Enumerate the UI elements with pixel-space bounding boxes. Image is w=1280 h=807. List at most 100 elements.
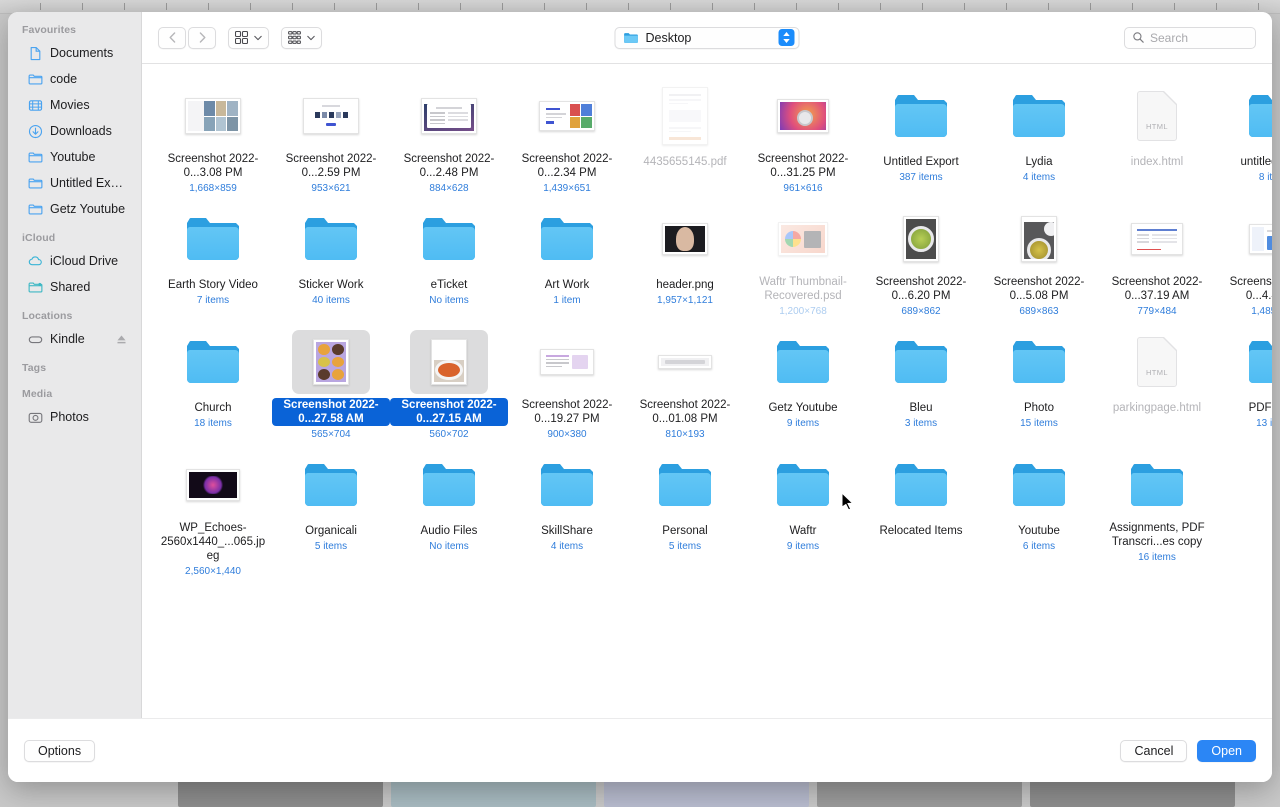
image-thumbnail	[410, 84, 488, 148]
file-item[interactable]: Art Work 1 item	[508, 201, 626, 318]
file-item[interactable]: Earth Story Video 7 items	[154, 201, 272, 318]
file-item[interactable]: Screenshot 2022-0...3.08 PM 1,668×859	[154, 78, 272, 195]
file-label-group: eTicket No items	[390, 275, 508, 307]
options-button[interactable]: Options	[24, 739, 96, 762]
file-item[interactable]: Screenshot 2022-0...6.20 PM 689×862	[862, 201, 980, 318]
file-item[interactable]: Personal 5 items	[626, 447, 744, 578]
file-item[interactable]: Lydia 4 items	[980, 78, 1098, 195]
file-item[interactable]: Screenshot 2022-0...27.58 AM 565×704	[272, 324, 390, 441]
file-item[interactable]: Audio Files No items	[390, 447, 508, 578]
file-item[interactable]: SkillShare 4 items	[508, 447, 626, 578]
file-label-group: Personal 5 items	[626, 521, 744, 553]
file-label-group: Youtube 6 items	[980, 521, 1098, 553]
file-item[interactable]: Youtube 6 items	[980, 447, 1098, 578]
sidebar-item-label: Untitled Exp...	[50, 176, 127, 190]
file-grid: Screenshot 2022-0...3.08 PM 1,668×859 Scre…	[154, 78, 1272, 578]
file-item[interactable]: Screenshot 2022-0...27.15 AM 560×702	[390, 324, 508, 441]
eject-icon[interactable]	[116, 334, 127, 345]
file-item[interactable]: Screenshot 2022-0...19.27 PM 900×380	[508, 324, 626, 441]
back-button[interactable]	[158, 26, 186, 49]
folder-icon	[882, 453, 960, 517]
sidebar-item-movies[interactable]: Movies	[14, 92, 135, 118]
file-item[interactable]: Waftr 9 items	[744, 447, 862, 578]
image-thumbnail	[292, 330, 370, 394]
file-label-group: SkillShare 4 items	[508, 521, 626, 553]
group-view-icon	[288, 31, 301, 44]
file-label-group: Relocated Items	[862, 521, 980, 539]
ruler-tick	[376, 3, 377, 10]
ruler-tick	[40, 3, 41, 10]
file-item[interactable]: Organicali 5 items	[272, 447, 390, 578]
file-item[interactable]: Screenshot 2022-0...01.08 PM 810×193	[626, 324, 744, 441]
ruler-tick	[1174, 3, 1175, 10]
file-meta: 9 items	[786, 418, 820, 429]
file-item[interactable]: Church 18 items	[154, 324, 272, 441]
sidebar-item-photos[interactable]: Photos	[14, 404, 135, 430]
file-item[interactable]: HTML index.html	[1098, 78, 1216, 195]
thumbnail-preview	[539, 101, 595, 131]
file-item[interactable]: header.png 1,957×1,121	[626, 201, 744, 318]
file-label-group: Earth Story Video 7 items	[154, 275, 272, 307]
file-item[interactable]: eTicket No items	[390, 201, 508, 318]
file-item[interactable]: Screenshot 2022-0...5.08 PM 689×863	[980, 201, 1098, 318]
file-item[interactable]: WP_Echoes-2560x1440_...065.jpeg 2,560×1,4…	[154, 447, 272, 578]
sidebar-item-code[interactable]: code	[14, 66, 135, 92]
file-item[interactable]: Screenshot 2022-0...31.25 PM 961×616	[744, 78, 862, 195]
ruler-tick	[586, 3, 587, 10]
file-item[interactable]: Screenshot 2022-0...37.19 AM 779×484	[1098, 201, 1216, 318]
sidebar-item-label: code	[50, 72, 78, 86]
ruler-tick	[964, 3, 965, 10]
file-item[interactable]: Assignments, PDF Transcri...es copy 16 it…	[1098, 447, 1216, 578]
file-browser-area[interactable]: Screenshot 2022-0...3.08 PM 1,668×859 Scre…	[142, 64, 1272, 718]
forward-button[interactable]	[188, 26, 216, 49]
folder-icon	[646, 453, 724, 517]
sidebar-item-getz-youtube[interactable]: Getz Youtube	[14, 196, 135, 222]
sidebar-item-icloud-drive[interactable]: iCloud Drive	[14, 248, 135, 274]
file-name: Screenshot 2022-0...27.58 AM	[272, 398, 390, 426]
file-meta: No items	[429, 295, 469, 306]
sidebar-item-documents[interactable]: Documents	[14, 40, 135, 66]
file-item[interactable]: Getz Youtube 9 items	[744, 324, 862, 441]
background-thumb	[604, 779, 809, 807]
file-item[interactable]: Screenshot 2022-0...4.48 AM 1,485×740	[1216, 201, 1272, 318]
file-item[interactable]: Screenshot 2022-0...2.34 PM 1,439×651	[508, 78, 626, 195]
file-name: Earth Story Video	[168, 279, 258, 291]
sidebar-item-kindle[interactable]: Kindle	[14, 326, 135, 352]
sidebar-item-youtube[interactable]: Youtube	[14, 144, 135, 170]
image-thumbnail	[882, 207, 960, 271]
open-button[interactable]: Open	[1197, 739, 1256, 762]
file-item[interactable]: Sticker Work 40 items	[272, 201, 390, 318]
drive-icon	[28, 335, 43, 343]
file-item[interactable]: Untitled Export 387 items	[862, 78, 980, 195]
file-item[interactable]: Waftr Thumbnail-Recovered.psd 1,200×768	[744, 201, 862, 318]
file-item[interactable]: 4435655145.pdf	[626, 78, 744, 195]
file-label-group: Screenshot 2022-0...3.08 PM 1,668×859	[154, 152, 272, 195]
view-mode-button[interactable]	[228, 26, 269, 49]
sidebar-item-untitled-exp[interactable]: Untitled Exp...	[14, 170, 135, 196]
file-item[interactable]: Photo 15 items	[980, 324, 1098, 441]
file-meta: 6 items	[1022, 541, 1056, 552]
group-by-button[interactable]	[281, 26, 322, 49]
file-item[interactable]: HTML parkingpage.html	[1098, 324, 1216, 441]
search-field[interactable]: Search	[1124, 26, 1256, 49]
sidebar-item-downloads[interactable]: Downloads	[14, 118, 135, 144]
file-label-group: Art Work 1 item	[508, 275, 626, 307]
file-item[interactable]: PDF Work 13 items	[1216, 324, 1272, 441]
file-name: Screenshot 2022-0...5.08 PM	[993, 276, 1085, 302]
file-label-group: Assignments, PDF Transcri...es copy 16 it…	[1098, 521, 1216, 564]
sidebar-item-shared[interactable]: Shared	[14, 274, 135, 300]
sidebar[interactable]: Favourites Documents code Movies Downloads Yo…	[8, 12, 142, 718]
file-name: Youtube	[1018, 525, 1060, 537]
file-item[interactable]: Relocated Items	[862, 447, 980, 578]
path-popup-button[interactable]: Desktop	[614, 26, 800, 49]
file-item[interactable]: untitled folder 8 items	[1216, 78, 1272, 195]
ruler-tick	[544, 3, 545, 10]
folder-icon	[28, 152, 43, 162]
cancel-button[interactable]: Cancel	[1120, 739, 1188, 762]
folder-icon	[1236, 330, 1272, 394]
file-item[interactable]: Screenshot 2022-0...2.48 PM 884×628	[390, 78, 508, 195]
file-item[interactable]: Screenshot 2022-0...2.59 PM 953×621	[272, 78, 390, 195]
sidebar-section-locations: Locations	[22, 310, 73, 322]
file-meta: 13 items	[1256, 418, 1272, 429]
file-item[interactable]: Bleu 3 items	[862, 324, 980, 441]
